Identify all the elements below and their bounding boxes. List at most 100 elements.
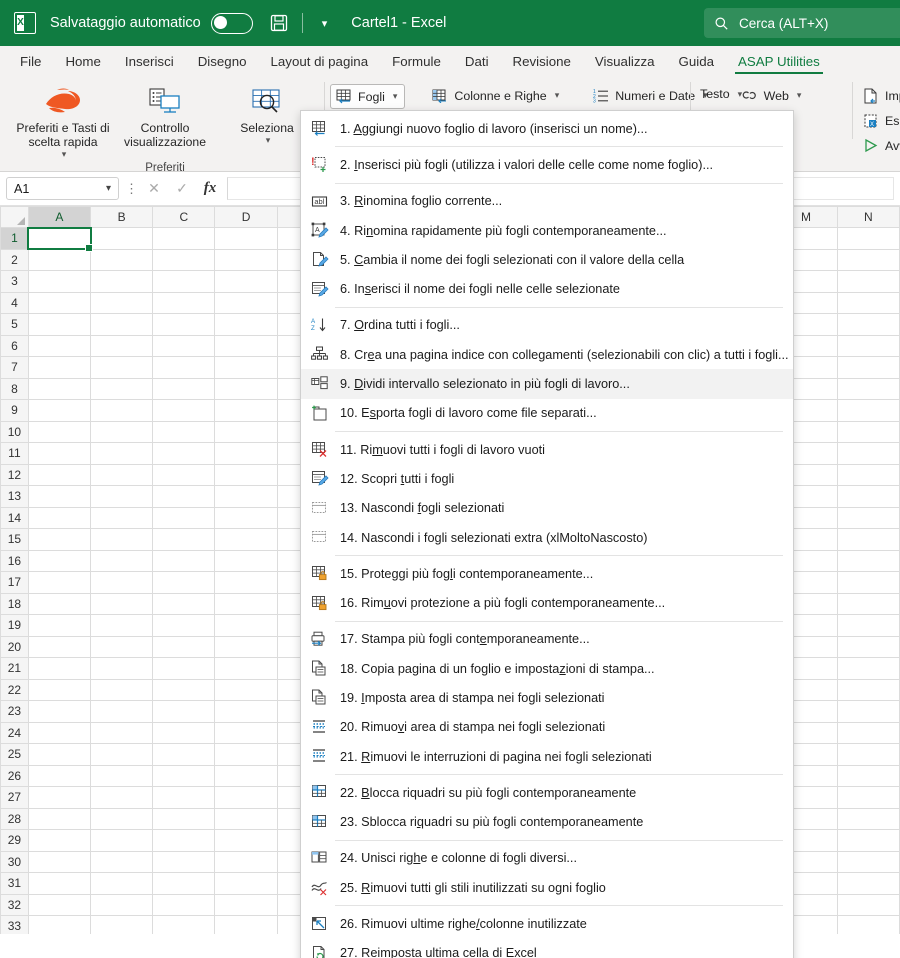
cell-C30[interactable] bbox=[152, 850, 216, 873]
cell-N3[interactable] bbox=[836, 270, 900, 293]
cell-A6[interactable] bbox=[27, 334, 92, 357]
cell-D12[interactable] bbox=[214, 463, 278, 486]
cell-C17[interactable] bbox=[152, 571, 216, 594]
cell-D8[interactable] bbox=[214, 377, 278, 400]
menu-item-1[interactable]: 1. Aggiungi nuovo foglio di lavoro (inse… bbox=[301, 114, 793, 143]
menu-item-18[interactable]: 18. Copia pagina di un foglio e impostaz… bbox=[301, 654, 793, 683]
cell-A16[interactable] bbox=[27, 549, 92, 572]
cell-A32[interactable] bbox=[27, 893, 92, 916]
cell-C21[interactable] bbox=[152, 657, 216, 680]
row-header-17[interactable]: 17 bbox=[0, 571, 29, 594]
cell-B19[interactable] bbox=[90, 614, 154, 637]
cell-N2[interactable] bbox=[836, 248, 900, 271]
name-box[interactable]: A1 ▾ bbox=[6, 177, 119, 200]
cell-D20[interactable] bbox=[214, 635, 278, 658]
cell-N10[interactable] bbox=[836, 420, 900, 443]
cell-A2[interactable] bbox=[27, 248, 92, 271]
menu-item-21[interactable]: 21. Rimuovi le interruzioni di pagina ne… bbox=[301, 742, 793, 771]
cell-C27[interactable] bbox=[152, 786, 216, 809]
cell-C33[interactable] bbox=[152, 915, 216, 934]
cancel-icon[interactable]: ✕ bbox=[143, 180, 165, 197]
testo-button[interactable]: Testo ▾ bbox=[696, 84, 770, 104]
cell-C18[interactable] bbox=[152, 592, 216, 615]
autosave-toggle[interactable] bbox=[210, 12, 253, 34]
cell-N16[interactable] bbox=[836, 549, 900, 572]
cell-B33[interactable] bbox=[90, 915, 154, 934]
cell-C12[interactable] bbox=[152, 463, 216, 486]
cell-B27[interactable] bbox=[90, 786, 154, 809]
cell-A21[interactable] bbox=[27, 657, 92, 680]
cell-D14[interactable] bbox=[214, 506, 278, 529]
menu-item-16[interactable]: 16. Rimuovi protezione a più fogli conte… bbox=[301, 588, 793, 617]
cell-D28[interactable] bbox=[214, 807, 278, 830]
row-header-10[interactable]: 10 bbox=[0, 420, 29, 443]
cell-B22[interactable] bbox=[90, 678, 154, 701]
row-header-2[interactable]: 2 bbox=[0, 248, 29, 271]
cell-N29[interactable] bbox=[836, 829, 900, 852]
tab-asap-utilities[interactable]: ASAP Utilities bbox=[726, 46, 832, 76]
cell-A12[interactable] bbox=[27, 463, 92, 486]
menu-item-15[interactable]: 15. Proteggi più fogli contemporaneament… bbox=[301, 559, 793, 588]
cell-A13[interactable] bbox=[27, 485, 92, 508]
cell-D4[interactable] bbox=[214, 291, 278, 314]
menu-item-2[interactable]: ! 2. Inserisci più fogli (utilizza i valo… bbox=[301, 150, 793, 179]
cell-B4[interactable] bbox=[90, 291, 154, 314]
row-header-14[interactable]: 14 bbox=[0, 506, 29, 529]
menu-item-26[interactable]: 26. Rimuovi ultime righe/colonne inutili… bbox=[301, 909, 793, 938]
cell-B20[interactable] bbox=[90, 635, 154, 658]
cell-C10[interactable] bbox=[152, 420, 216, 443]
col-header-C[interactable]: C bbox=[152, 206, 216, 228]
menu-item-5[interactable]: 5. Cambia il nome dei fogli selezionati … bbox=[301, 245, 793, 274]
cell-N7[interactable] bbox=[836, 356, 900, 379]
cell-D10[interactable] bbox=[214, 420, 278, 443]
cell-B8[interactable] bbox=[90, 377, 154, 400]
fogli-button[interactable]: Fogli ▾ bbox=[330, 84, 406, 109]
cell-N8[interactable] bbox=[836, 377, 900, 400]
tab-layout[interactable]: Layout di pagina bbox=[259, 46, 381, 76]
cell-D18[interactable] bbox=[214, 592, 278, 615]
cell-C8[interactable] bbox=[152, 377, 216, 400]
cell-B14[interactable] bbox=[90, 506, 154, 529]
menu-item-9[interactable]: 9. Dividi intervallo selezionato in più … bbox=[301, 369, 793, 399]
menu-item-13[interactable]: 13. Nascondi fogli selezionati bbox=[301, 494, 793, 523]
cell-N27[interactable] bbox=[836, 786, 900, 809]
tab-guida[interactable]: Guida bbox=[667, 46, 726, 76]
cell-D7[interactable] bbox=[214, 356, 278, 379]
tab-home[interactable]: Home bbox=[53, 46, 112, 76]
cell-A30[interactable] bbox=[27, 850, 92, 873]
colonne-e-righe-button[interactable]: Colonne e Righe ▾ bbox=[427, 84, 566, 107]
cell-B28[interactable] bbox=[90, 807, 154, 830]
cell-B25[interactable] bbox=[90, 743, 154, 766]
cell-A10[interactable] bbox=[27, 420, 92, 443]
cell-N26[interactable] bbox=[836, 764, 900, 787]
tab-formule[interactable]: Formule bbox=[380, 46, 453, 76]
tab-disegno[interactable]: Disegno bbox=[186, 46, 259, 76]
cell-D6[interactable] bbox=[214, 334, 278, 357]
cell-C19[interactable] bbox=[152, 614, 216, 637]
cell-D19[interactable] bbox=[214, 614, 278, 637]
cell-D27[interactable] bbox=[214, 786, 278, 809]
cell-A25[interactable] bbox=[27, 743, 92, 766]
tab-dati[interactable]: Dati bbox=[453, 46, 501, 76]
cell-D3[interactable] bbox=[214, 270, 278, 293]
cell-D24[interactable] bbox=[214, 721, 278, 744]
preferiti-e-tasti-button[interactable]: Preferiti e Tasti di scelta rapida ▾ bbox=[12, 79, 114, 162]
cell-C6[interactable] bbox=[152, 334, 216, 357]
cell-A14[interactable] bbox=[27, 506, 92, 529]
row-header-7[interactable]: 7 bbox=[0, 356, 29, 379]
cell-B11[interactable] bbox=[90, 442, 154, 465]
insert-function-icon[interactable]: fx bbox=[199, 180, 221, 197]
cell-D32[interactable] bbox=[214, 893, 278, 916]
cell-A4[interactable] bbox=[27, 291, 92, 314]
row-header-8[interactable]: 8 bbox=[0, 377, 29, 400]
cell-C20[interactable] bbox=[152, 635, 216, 658]
cell-D21[interactable] bbox=[214, 657, 278, 680]
cell-D25[interactable] bbox=[214, 743, 278, 766]
cell-A23[interactable] bbox=[27, 700, 92, 723]
col-header-D[interactable]: D bbox=[214, 206, 278, 228]
cell-D29[interactable] bbox=[214, 829, 278, 852]
row-header-18[interactable]: 18 bbox=[0, 592, 29, 615]
cell-B7[interactable] bbox=[90, 356, 154, 379]
cell-N32[interactable] bbox=[836, 893, 900, 916]
cell-N11[interactable] bbox=[836, 442, 900, 465]
